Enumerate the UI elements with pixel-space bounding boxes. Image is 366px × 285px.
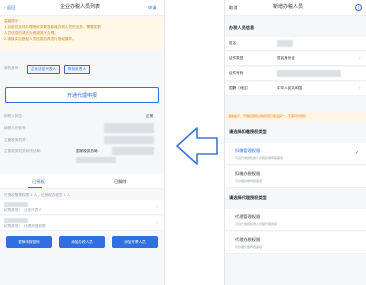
role-tag-finance: 财务负责人 bbox=[64, 65, 90, 74]
authority-value-redacted bbox=[104, 136, 154, 144]
option-withholding-admin[interactable]: 扣缴管理权限 可自行或授权他人办理扣缴申报事项 ✓ bbox=[225, 143, 366, 165]
cancel-button[interactable]: 取消 bbox=[229, 5, 237, 10]
tab-bar: 已授权 已解除 bbox=[0, 174, 164, 189]
record-2-name-redacted bbox=[4, 218, 28, 223]
auth-record-2[interactable]: 权限类型： 代理申报权限 › bbox=[0, 216, 164, 231]
notice-head: 温馨提示： bbox=[4, 19, 22, 23]
back-label: 返回 bbox=[7, 5, 16, 10]
auth-record-1[interactable]: 权限类型： 法定代表人 › bbox=[0, 200, 164, 215]
tax-id-label: 纳税人识别号： bbox=[4, 126, 30, 130]
nation-value: 中华人民共和国 bbox=[277, 86, 303, 90]
option-agency-admin[interactable]: 代理管理权限 可自行或授权他人办理代理申报 bbox=[225, 209, 366, 231]
open-agent-button[interactable]: 开通代理申报 bbox=[5, 87, 159, 103]
left-nav-bar: ‹ 返回 企业办税人员列表 申请 bbox=[0, 0, 164, 16]
opt3-title: 代理管理权限 bbox=[235, 214, 261, 219]
open-agent-label: 开通代理申报 bbox=[66, 92, 97, 99]
record-1-label: 权限类型： bbox=[4, 208, 22, 212]
left-arrow-icon bbox=[176, 127, 218, 165]
nation-chevron-icon: › bbox=[359, 85, 361, 90]
opt2-desc: 可办理扣缴申报事项 bbox=[235, 179, 263, 183]
opt4-title: 代理办税权限 bbox=[235, 237, 261, 242]
checkmark-icon: ✓ bbox=[355, 150, 360, 156]
section-staff-info: 办税人员信息 bbox=[229, 25, 255, 30]
record-1-value: 法定代表人 bbox=[24, 208, 42, 212]
opt4-desc: 可办理代理申报事项 bbox=[235, 245, 263, 249]
name-value-redacted bbox=[277, 40, 293, 47]
authority-label: 主管税务机关： bbox=[4, 138, 30, 142]
tip-bar: 温馨提示：管理权限和办税权限只能选其一，无需同时授权 bbox=[225, 112, 366, 121]
option-withholding-tax[interactable]: 扣缴办税权限 可办理扣缴申报事项 bbox=[225, 166, 366, 188]
tab-authorized[interactable]: 已授权 bbox=[32, 179, 45, 184]
doc-no-field[interactable]: 证件号码 bbox=[225, 67, 366, 81]
left-page-title: 企业办税人员列表 bbox=[60, 4, 101, 10]
right-page-title: 新增办税人员 bbox=[273, 4, 304, 10]
authority-value: 国家税务总局 bbox=[76, 149, 98, 153]
add-invoice-staff-button[interactable]: 添加开票人员 bbox=[112, 236, 158, 248]
nation-field[interactable]: 国籍（地区） 中华人民共和国 › bbox=[225, 82, 366, 96]
notice-line-3: 2.请核实后授权人员信息后再进行授权操作。 bbox=[4, 37, 76, 41]
tax-id-value-redacted bbox=[104, 123, 154, 133]
authority-extra-redacted-2 bbox=[76, 157, 116, 163]
notice-line-2: 人员信息的请去办税服务厅办理。 bbox=[4, 31, 58, 35]
record-1-name-redacted bbox=[4, 202, 28, 207]
notice-line-1: 1.目前仅支持办理授权变更及新增办税人员的业务，需要变更 bbox=[4, 25, 101, 29]
doc-type-value: 居民身份证 bbox=[277, 56, 295, 60]
doc-type-field[interactable]: 证件类型 居民身份证 › bbox=[225, 52, 366, 66]
tab-revoked[interactable]: 已解除 bbox=[114, 179, 127, 184]
doc-no-value-redacted bbox=[277, 70, 341, 77]
record-2-chevron-icon: › bbox=[156, 220, 158, 225]
back-button[interactable]: ‹ 返回 bbox=[4, 5, 16, 10]
option-agency-tax[interactable]: 代理办税权限 可办理代理申报事项 bbox=[225, 232, 366, 254]
opt1-desc: 可自行或授权他人办理扣缴申报事项 bbox=[235, 156, 284, 160]
role-label: 我的身份： bbox=[4, 66, 22, 70]
change-password-button[interactable]: 更换申报密码 bbox=[6, 236, 52, 248]
opt3-desc: 可自行或授权他人办理代理申报 bbox=[235, 222, 278, 226]
notice-block: 温馨提示： 1.目前仅支持办理授权变更及新增办税人员的业务，需要变更 人员信息的… bbox=[0, 17, 164, 51]
status-label: 纳税人状态： bbox=[4, 114, 26, 118]
add-tax-staff-button[interactable]: 添加办税人员 bbox=[59, 236, 105, 248]
help-icon[interactable]: ? bbox=[355, 4, 362, 11]
auth-summary: 已授权管理权限 1 人，已授权办税员 1 人 bbox=[4, 193, 71, 197]
record-2-value: 代理申报权限 bbox=[24, 224, 46, 228]
role-tag-legal: 企业法定代表人 bbox=[27, 65, 61, 74]
authority-extra-label: 主管税务机关科所分局： bbox=[4, 149, 44, 153]
nation-label: 国籍（地区） bbox=[229, 86, 251, 90]
authority-extra-redacted bbox=[112, 147, 154, 155]
tab-active-indicator bbox=[28, 187, 42, 189]
name-field[interactable]: 姓名 bbox=[225, 37, 366, 51]
record-2-label: 权限类型： bbox=[4, 224, 22, 228]
right-nav-bar: 取消 新增办税人员 ? bbox=[225, 0, 366, 16]
opt2-title: 扣缴办税权限 bbox=[235, 171, 261, 176]
status-value: 正常 bbox=[146, 114, 154, 118]
right-phone-screen: 取消 新增办税人员 ? 办税人员信息 姓名 证件类型 居民身份证 › 证件号码 … bbox=[224, 0, 366, 285]
left-phone-screen: ‹ 返回 企业办税人员列表 申请 温馨提示： 1.目前仅支持办理授权变更及新增办… bbox=[0, 0, 165, 285]
apply-button[interactable]: 申请 bbox=[148, 5, 156, 10]
name-label: 姓名 bbox=[229, 41, 237, 45]
role-row: 我的身份： 企业法定代表人 财务负责人 bbox=[0, 62, 164, 76]
doc-no-label: 证件号码 bbox=[229, 71, 244, 75]
record-1-chevron-icon: › bbox=[156, 204, 158, 209]
opt1-title: 扣缴管理权限 bbox=[235, 148, 261, 153]
section-withholding: 请选择扣缴授权类型 bbox=[229, 129, 267, 134]
doc-type-chevron-icon: › bbox=[359, 55, 361, 60]
doc-type-label: 证件类型 bbox=[229, 56, 244, 60]
tip-text: 温馨提示：管理权限和办税权限只能选其一，无需同时授权 bbox=[228, 114, 307, 118]
section-agency: 请选择代理授权类型 bbox=[229, 195, 267, 200]
